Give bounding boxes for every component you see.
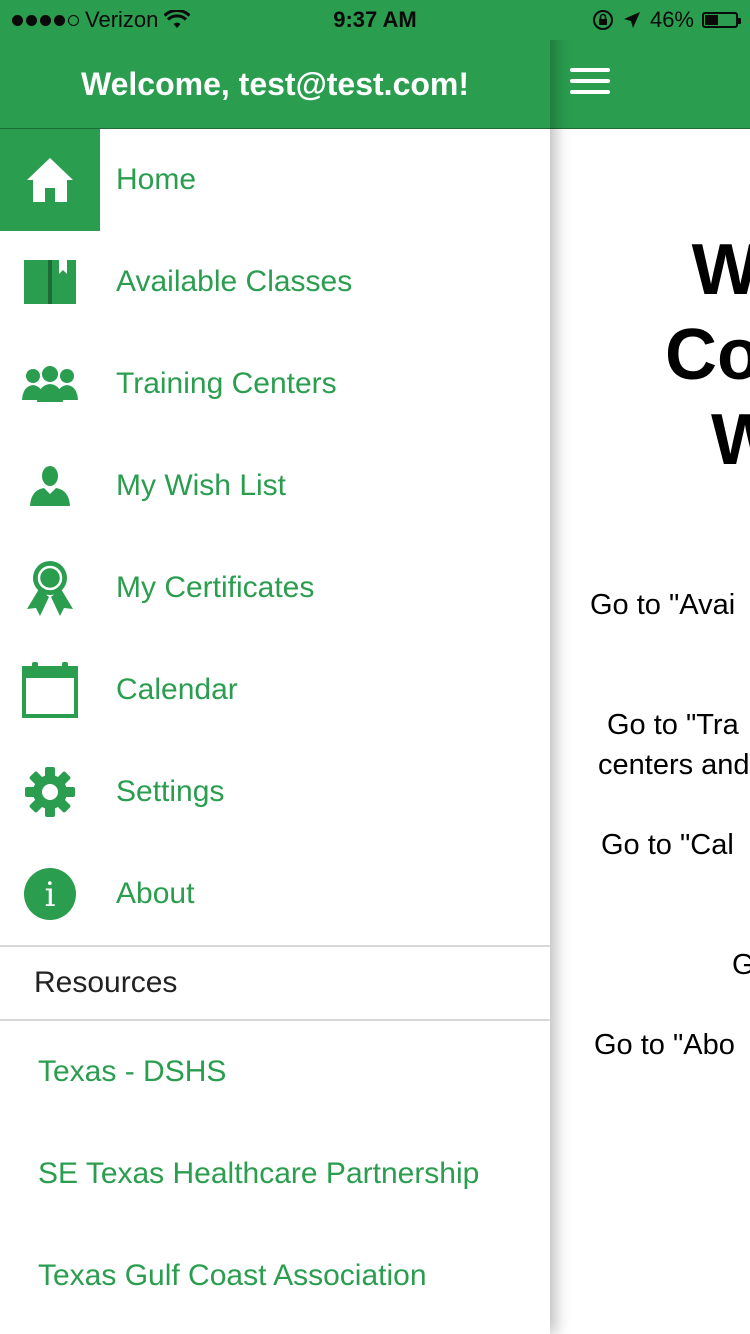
main-title-line: Com bbox=[665, 314, 750, 395]
main-content: We Com W Go to "Avai Go to "Tra centers … bbox=[550, 0, 750, 1334]
main-instruction: Go to "Tra bbox=[607, 709, 739, 741]
rotation-lock-icon bbox=[592, 10, 613, 30]
calendar-icon bbox=[22, 662, 78, 718]
menu-item-home[interactable]: Home bbox=[0, 129, 550, 231]
main-instruction: centers and bbox=[598, 749, 750, 781]
main-instruction: G bbox=[732, 949, 750, 981]
group-icon bbox=[22, 366, 78, 402]
menu-item-calendar[interactable]: Calendar bbox=[0, 639, 550, 741]
resource-link-se-texas-healthcare[interactable]: SE Texas Healthcare Partnership bbox=[0, 1123, 550, 1225]
welcome-text: Welcome, test@test.com! bbox=[80, 65, 470, 102]
menu-item-label: Calendar bbox=[116, 673, 238, 706]
gear-icon bbox=[25, 767, 75, 817]
menu-item-settings[interactable]: Settings bbox=[0, 741, 550, 843]
menu-item-label: About bbox=[116, 877, 195, 910]
drawer-menu: Home Available Classes Training Centers … bbox=[0, 129, 550, 1327]
drawer-header: Welcome, test@test.com! bbox=[0, 40, 550, 129]
battery-percent: 46% bbox=[649, 7, 694, 32]
person-icon bbox=[30, 466, 70, 506]
main-title: We Com W bbox=[550, 228, 750, 483]
navigation-drawer: Welcome, test@test.com! Home Available C… bbox=[0, 0, 550, 1334]
main-instruction: Go to "Abo bbox=[594, 1029, 735, 1061]
menu-item-my-wish-list[interactable]: My Wish List bbox=[0, 435, 550, 537]
battery-icon bbox=[702, 12, 741, 28]
location-arrow-icon bbox=[623, 12, 640, 28]
info-icon: i bbox=[24, 868, 76, 920]
book-icon bbox=[24, 260, 76, 304]
main-title-line: We bbox=[691, 230, 750, 310]
main-header bbox=[550, 40, 750, 129]
resource-link-texas-gulf-coast[interactable]: Texas Gulf Coast Association bbox=[0, 1225, 550, 1327]
ribbon-icon bbox=[27, 561, 73, 616]
menu-item-label: My Wish List bbox=[116, 469, 287, 502]
main-instruction: Go to "Cal bbox=[601, 829, 734, 861]
menu-item-label: Available Classes bbox=[116, 265, 353, 298]
svg-text:i: i bbox=[45, 875, 56, 915]
main-title-line: W bbox=[711, 399, 750, 480]
resources-header: Resources bbox=[0, 945, 550, 1021]
main-instruction: Go to "Avai bbox=[590, 589, 736, 621]
menu-item-available-classes[interactable]: Available Classes bbox=[0, 231, 550, 333]
resource-link-texas-dshs[interactable]: Texas - DSHS bbox=[0, 1021, 550, 1123]
menu-item-training-centers[interactable]: Training Centers bbox=[0, 333, 550, 435]
status-bar: Verizon 9:37 AM 46% bbox=[0, 0, 750, 40]
home-icon bbox=[27, 158, 73, 202]
menu-item-label: Training Centers bbox=[116, 367, 337, 400]
menu-item-label: Settings bbox=[116, 775, 225, 808]
status-right: 46% bbox=[592, 7, 741, 33]
menu-item-my-certificates[interactable]: My Certificates bbox=[0, 537, 550, 639]
menu-item-about[interactable]: i About bbox=[0, 843, 550, 945]
menu-item-label: My Certificates bbox=[116, 571, 315, 604]
hamburger-menu-icon[interactable] bbox=[570, 68, 610, 98]
menu-item-label: Home bbox=[116, 163, 197, 196]
